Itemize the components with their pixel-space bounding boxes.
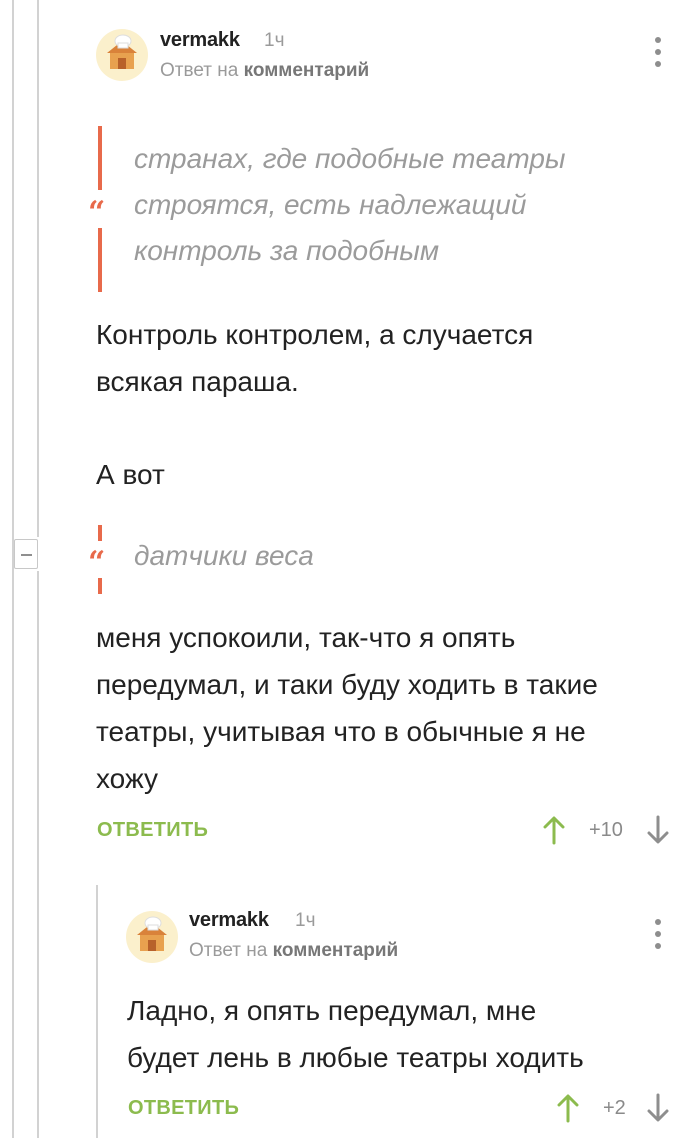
- quote-bar-bottom: [98, 228, 102, 292]
- quote-bar-top: [98, 126, 102, 190]
- quote-line: строятся, есть надлежащий: [134, 189, 527, 220]
- comment-author[interactable]: vermakk: [160, 29, 240, 52]
- comment-time: 1ч: [264, 30, 285, 51]
- quote-line: странах, где подобные театры: [134, 143, 566, 174]
- arrow-up-icon[interactable]: [543, 815, 565, 845]
- reply-to-prefix: Ответ на: [189, 940, 268, 961]
- reply-to-line[interactable]: Ответ на комментарий: [189, 940, 398, 962]
- quote-bar-bottom: [98, 578, 102, 594]
- thread-line-inner: [37, 0, 39, 537]
- quote-line: датчики веса: [134, 540, 314, 571]
- quote-line: контроль за подобным: [134, 235, 440, 266]
- text-line: Контроль контролем, а случается: [96, 319, 534, 350]
- user-avatar[interactable]: [96, 29, 148, 81]
- reply-button[interactable]: ОТВЕТИТЬ: [97, 819, 208, 842]
- comment-text: Контроль контролем, а случается всякая п…: [96, 311, 533, 405]
- user-avatar[interactable]: [126, 911, 178, 963]
- thread-line-reply: [96, 885, 98, 1138]
- collapse-thread-button[interactable]: [14, 539, 38, 569]
- text-line: будет лень в любые театры ходить: [127, 1042, 584, 1073]
- arrow-up-icon[interactable]: [557, 1093, 579, 1123]
- comment-time: 1ч: [295, 910, 316, 931]
- text-line: Ладно, я опять передумал, мне: [127, 995, 537, 1026]
- text-line: театры, учитывая что в обычные я не: [96, 716, 586, 747]
- thread-line-inner-lower: [37, 571, 39, 1138]
- vote-score: +2: [603, 1097, 626, 1119]
- chef-house-avatar-icon: [107, 34, 137, 69]
- more-vertical-icon[interactable]: [653, 37, 663, 71]
- quote-text: датчики веса: [134, 533, 314, 579]
- text-line: всякая параша.: [96, 366, 299, 397]
- comment-text: А вот: [96, 451, 165, 498]
- chef-house-avatar-icon: [137, 916, 167, 951]
- comment-text: меня успокоили, так-что я опять передума…: [96, 614, 598, 802]
- comment-text: Ладно, я опять передумал, мне будет лень…: [127, 987, 584, 1081]
- text-line: меня успокоили, так-что я опять: [96, 622, 516, 653]
- reply-to-line[interactable]: Ответ на комментарий: [160, 60, 369, 82]
- text-line: А вот: [96, 459, 165, 490]
- text-line: передумал, и таки буду ходить в такие: [96, 669, 598, 700]
- comment-author[interactable]: vermakk: [189, 909, 269, 932]
- quote-mark-icon: “: [88, 195, 106, 230]
- quote-text: странах, где подобные театры строятся, е…: [134, 136, 566, 274]
- quote-mark-icon: “: [88, 545, 106, 580]
- quote-bar-top: [98, 525, 102, 541]
- reply-to-prefix: Ответ на: [160, 60, 239, 81]
- reply-to-target[interactable]: комментарий: [244, 60, 370, 81]
- arrow-down-icon[interactable]: [647, 815, 669, 845]
- arrow-down-icon[interactable]: [647, 1093, 669, 1123]
- reply-to-target[interactable]: комментарий: [273, 940, 399, 961]
- text-line: хожу: [96, 763, 158, 794]
- vote-score: +10: [589, 819, 623, 841]
- more-vertical-icon[interactable]: [653, 919, 663, 953]
- thread-line-outer: [12, 0, 14, 1138]
- reply-button[interactable]: ОТВЕТИТЬ: [128, 1097, 239, 1120]
